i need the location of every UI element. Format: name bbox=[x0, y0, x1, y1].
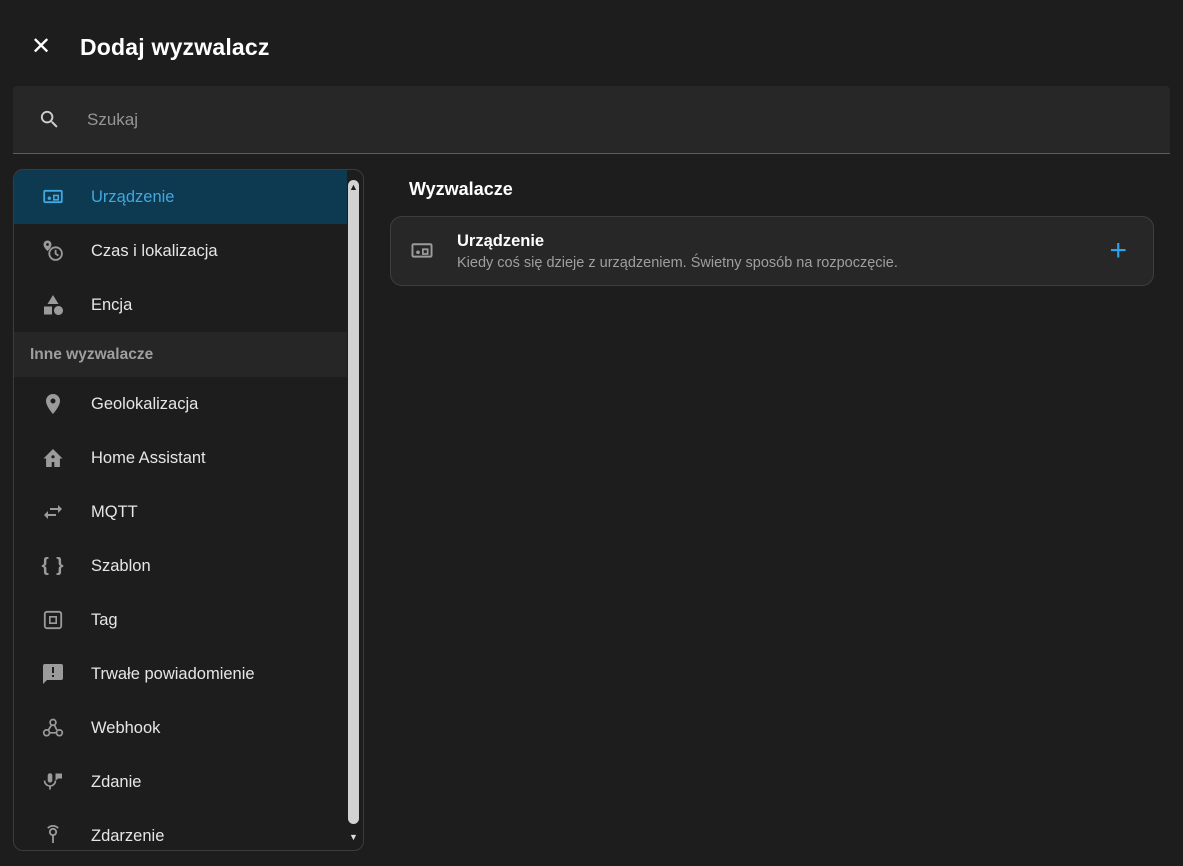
sidebar-item-label: MQTT bbox=[91, 503, 138, 522]
search-input[interactable] bbox=[87, 110, 1145, 130]
sidebar-item-label: Tag bbox=[91, 611, 118, 630]
code-braces-icon: { } bbox=[41, 554, 65, 578]
search-bar[interactable] bbox=[13, 86, 1170, 154]
sidebar-item-label: Home Assistant bbox=[91, 449, 206, 468]
sidebar-item-zdarzenie[interactable]: Zdarzenie bbox=[14, 809, 347, 851]
devices-icon bbox=[409, 238, 435, 264]
close-icon[interactable]: ✕ bbox=[26, 32, 56, 62]
trigger-card-title: Urządzenie bbox=[457, 232, 1075, 251]
dialog-body: Urządzenie Czas i lokalizacja Encja Inne… bbox=[0, 169, 1183, 851]
sidebar-item-urzadzenie[interactable]: Urządzenie bbox=[14, 170, 347, 224]
dialog-title: Dodaj wyzwalacz bbox=[80, 34, 270, 61]
sidebar-list: Urządzenie Czas i lokalizacja Encja Inne… bbox=[14, 170, 363, 851]
time-location-icon bbox=[41, 239, 65, 263]
sidebar-item-tag[interactable]: Tag bbox=[14, 593, 347, 647]
scrollbar-thumb[interactable] bbox=[348, 180, 359, 824]
sidebar-scrollbar[interactable]: ▲ ▼ bbox=[347, 177, 360, 843]
swap-arrows-icon bbox=[41, 500, 65, 524]
sidebar-item-szablon[interactable]: { } Szablon bbox=[14, 539, 347, 593]
sidebar-item-label: Trwałe powiadomienie bbox=[91, 665, 255, 684]
event-icon bbox=[41, 824, 65, 848]
sidebar-item-label: Szablon bbox=[91, 557, 151, 576]
trigger-card-description: Kiedy coś się dzieje z urządzeniem. Świe… bbox=[457, 255, 1075, 271]
shapes-icon bbox=[41, 293, 65, 317]
sidebar-item-label: Webhook bbox=[91, 719, 160, 738]
sidebar-item-webhook[interactable]: Webhook bbox=[14, 701, 347, 755]
sidebar-section-label: Inne wyzwalacze bbox=[30, 346, 153, 364]
search-icon bbox=[38, 108, 61, 131]
sidebar-item-mqtt[interactable]: MQTT bbox=[14, 485, 347, 539]
sidebar-section-inne-wyzwalacze: Inne wyzwalacze bbox=[14, 332, 347, 377]
sidebar-item-zdanie[interactable]: Zdanie bbox=[14, 755, 347, 809]
sidebar-item-czas-i-lokalizacja[interactable]: Czas i lokalizacja bbox=[14, 224, 347, 278]
triggers-heading: Wyzwalacze bbox=[409, 179, 1154, 200]
message-alert-icon bbox=[41, 662, 65, 686]
sidebar-item-label: Czas i lokalizacja bbox=[91, 242, 218, 261]
trigger-card-urzadzenie[interactable]: Urządzenie Kiedy coś się dzieje z urządz… bbox=[390, 216, 1154, 286]
sidebar-item-label: Geolokalizacja bbox=[91, 395, 198, 414]
sidebar-item-label: Zdarzenie bbox=[91, 827, 164, 846]
tag-icon bbox=[41, 608, 65, 632]
sidebar-item-label: Zdanie bbox=[91, 773, 141, 792]
devices-icon bbox=[41, 185, 65, 209]
trigger-card-text: Urządzenie Kiedy coś się dzieje z urządz… bbox=[457, 232, 1075, 271]
scroll-down-icon[interactable]: ▼ bbox=[347, 831, 360, 843]
sidebar-item-label: Encja bbox=[91, 296, 132, 315]
sidebar-item-geolokalizacja[interactable]: Geolokalizacja bbox=[14, 377, 347, 431]
trigger-category-sidebar: Urządzenie Czas i lokalizacja Encja Inne… bbox=[13, 169, 364, 851]
scroll-up-icon[interactable]: ▲ bbox=[347, 181, 360, 193]
map-marker-icon bbox=[41, 392, 65, 416]
sidebar-item-trwale-powiadomienie[interactable]: Trwałe powiadomienie bbox=[14, 647, 347, 701]
sidebar-item-label: Urządzenie bbox=[91, 188, 174, 207]
add-trigger-plus-icon[interactable]: + bbox=[1097, 236, 1139, 266]
trigger-list-panel: Wyzwalacze Urządzenie Kiedy coś się dzie… bbox=[364, 169, 1170, 286]
sentence-icon bbox=[41, 770, 65, 794]
sidebar-item-encja[interactable]: Encja bbox=[14, 278, 347, 332]
dialog-header: ✕ Dodaj wyzwalacz bbox=[0, 0, 1183, 86]
sidebar-item-home-assistant[interactable]: Home Assistant bbox=[14, 431, 347, 485]
home-assistant-icon bbox=[41, 446, 65, 470]
webhook-icon bbox=[41, 716, 65, 740]
